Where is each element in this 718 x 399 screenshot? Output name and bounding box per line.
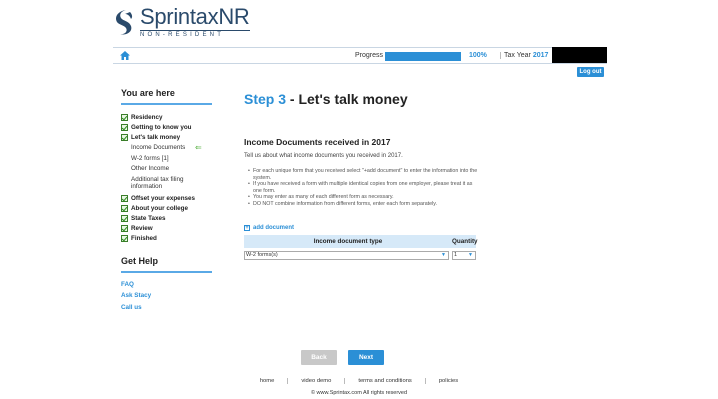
checkbox-checked-icon — [121, 215, 128, 222]
page-title: Step 3 - Let's talk money — [244, 91, 408, 107]
substep-label: Income Documents — [131, 144, 186, 151]
progress-label: Progress — [355, 52, 384, 59]
step-label: Residency — [131, 113, 163, 121]
sidebar-step-finished[interactable]: Finished — [121, 234, 212, 244]
tax-year-value: 2017 — [532, 52, 549, 59]
sidebar-step-state-taxes[interactable]: State Taxes — [121, 214, 212, 224]
table-row: W-2 forms(s) ▼ 1 ▼ — [244, 251, 476, 260]
sprintax-logo[interactable]: SprintaxNR NON-RESIDENT — [112, 6, 250, 40]
call-us-link[interactable]: Call us — [121, 304, 212, 316]
sidebar-title: You are here — [121, 88, 212, 105]
section-title: Income Documents received in 2017 — [244, 137, 391, 147]
copyright: © www.Sprintax.com All rights reserved — [310, 390, 408, 396]
sidebar-substep-w2-forms[interactable]: W-2 forms [1] — [121, 155, 212, 163]
footer-link-video-demo[interactable]: video demo — [287, 378, 344, 384]
checkbox-checked-icon — [121, 133, 128, 141]
progress-bar-strip: Progress 100% Tax Year 2017 — [113, 47, 607, 64]
current-arrow-icon: ⇐ — [195, 143, 202, 152]
sidebar-step-review[interactable]: Review — [121, 224, 212, 234]
instructions-list: For each unique form that you received s… — [248, 168, 478, 208]
chevron-down-icon: ▼ — [441, 252, 446, 258]
sidebar-substep-additional-info[interactable]: Additional tax filing information — [121, 176, 212, 191]
substep-label: W-2 forms [1] — [131, 154, 169, 162]
instruction-item: You may enter as many of each different … — [248, 194, 478, 201]
brand-subtitle: NON-RESIDENT — [140, 30, 250, 38]
step-label: Getting to know you — [131, 123, 192, 131]
col-quantity: Quantity — [452, 238, 478, 245]
income-documents-table: Income document type Quantity W-2 forms(… — [244, 235, 478, 260]
chevron-down-icon: ▼ — [468, 252, 473, 258]
substep-label: Additional tax filing information — [131, 175, 184, 191]
faq-link[interactable]: FAQ — [121, 281, 212, 293]
add-document-label: add document — [253, 225, 295, 231]
sidebar-step-residency[interactable]: Residency — [121, 112, 212, 122]
footer-links: home video demo terms and conditions pol… — [0, 378, 718, 384]
checkbox-checked-icon — [121, 113, 128, 121]
sidebar-substep-other-income[interactable]: Other Income — [121, 165, 212, 173]
footer-link-policies[interactable]: policies — [424, 378, 471, 384]
get-help-title: Get Help — [121, 256, 212, 273]
progress-track — [385, 52, 461, 61]
ask-stacy-link[interactable]: Ask Stacy — [121, 292, 212, 304]
document-type-value: W-2 forms(s) — [246, 252, 278, 258]
step-label: State Taxes — [131, 215, 166, 222]
sidebar-step-about-college[interactable]: About your college — [121, 204, 212, 214]
add-document-link[interactable]: + add document — [244, 225, 294, 231]
section-description: Tell us about what income documents you … — [244, 153, 403, 159]
sprintax-swirl-icon — [116, 10, 133, 35]
instruction-item: DO NOT combine information from differen… — [248, 201, 478, 208]
instruction-item: For each unique form that you received s… — [248, 168, 478, 181]
table-header: Income document type Quantity — [244, 235, 478, 248]
footer-link-terms[interactable]: terms and conditions — [344, 378, 425, 384]
brand-name: Sprintax — [140, 4, 219, 29]
sidebar-substep-income-documents[interactable]: Income Documents ⇐ — [121, 144, 212, 152]
quantity-select[interactable]: 1 ▼ — [452, 251, 476, 260]
tax-year: Tax Year 2017 — [500, 52, 548, 59]
checkbox-checked-icon — [121, 123, 128, 131]
next-button[interactable]: Next — [348, 350, 384, 365]
progress-percent: 100% — [469, 52, 487, 59]
substep-label: Other Income — [131, 165, 170, 172]
step-label: About your college — [131, 205, 189, 212]
sidebar-step-offset-expenses[interactable]: Offset your expenses — [121, 194, 212, 204]
step-title: - Let's talk money — [289, 91, 408, 107]
instruction-item: If you have received a form with multipl… — [248, 181, 478, 194]
plus-icon: + — [244, 225, 250, 231]
back-button[interactable]: Back — [301, 350, 337, 365]
home-icon[interactable] — [120, 51, 130, 60]
sidebar-step-lets-talk-money[interactable]: Let's talk money — [121, 132, 212, 142]
sidebar-step-getting-to-know-you[interactable]: Getting to know you — [121, 122, 212, 132]
checkbox-checked-icon — [121, 235, 128, 242]
document-type-select[interactable]: W-2 forms(s) ▼ — [244, 251, 449, 260]
brand-suffix: NR — [218, 4, 250, 29]
tax-year-label: Tax Year — [504, 52, 531, 59]
checkbox-checked-icon — [121, 195, 128, 202]
checkbox-checked-icon — [121, 205, 128, 212]
col-income-document-type: Income document type — [313, 238, 383, 245]
step-label: Offset your expenses — [131, 195, 196, 202]
logout-button[interactable]: Log out — [577, 67, 604, 77]
sidebar: You are here Residency Getting to know y… — [121, 88, 212, 315]
quantity-value: 1 — [454, 252, 458, 258]
step-label: Review — [131, 225, 153, 232]
step-label: Finished — [131, 235, 157, 242]
step-number: Step 3 — [244, 91, 287, 107]
footer-link-home[interactable]: home — [247, 378, 288, 384]
checkbox-checked-icon — [121, 225, 128, 232]
redacted-user-box — [552, 47, 607, 63]
step-label: Let's talk money — [131, 133, 181, 141]
progress-fill — [385, 52, 461, 61]
